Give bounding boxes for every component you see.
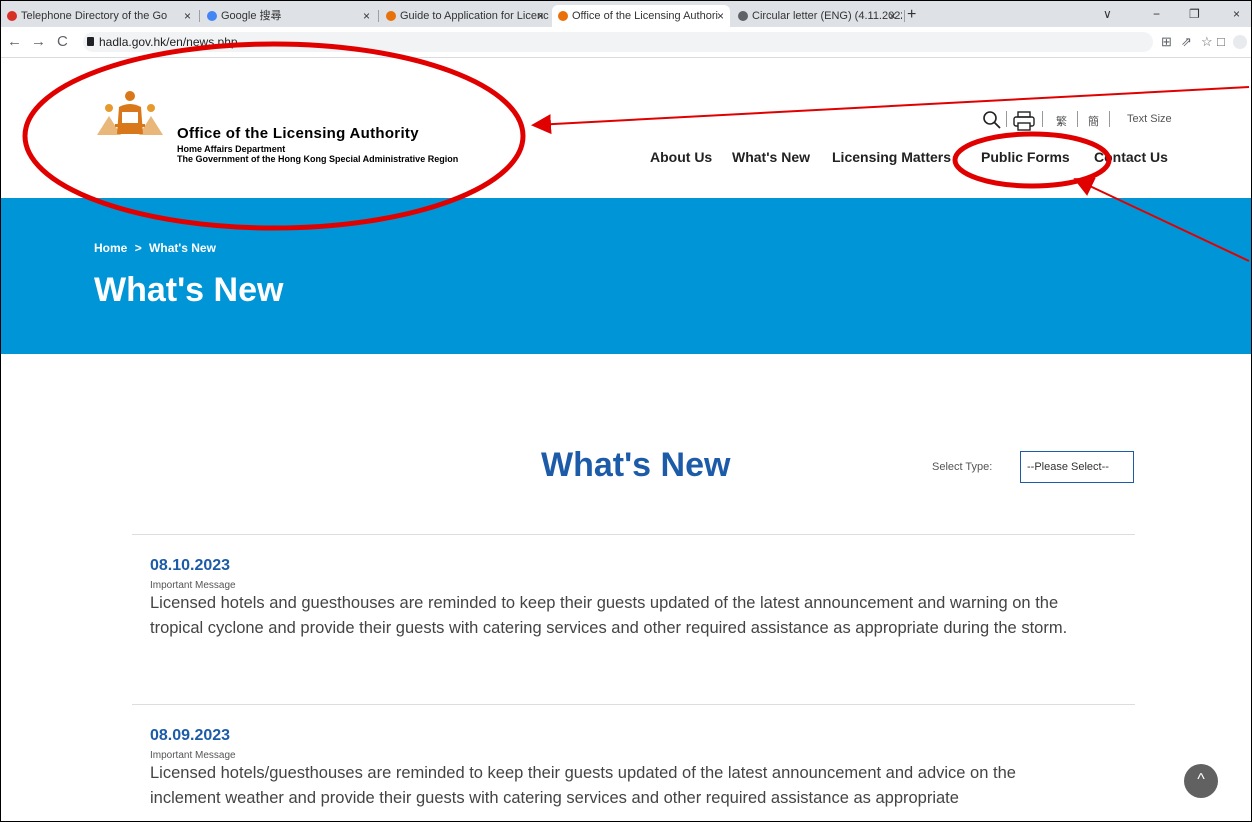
news-divider: [132, 534, 1135, 535]
utility-separator: [1109, 111, 1110, 127]
simplified-chinese-link[interactable]: 簡: [1088, 113, 1099, 129]
org-department: Home Affairs Department: [177, 144, 286, 154]
bookmark-star-icon[interactable]: ☆: [1201, 34, 1213, 50]
translate-icon[interactable]: ⊞: [1161, 34, 1172, 50]
nav-contact-us[interactable]: Contact Us: [1094, 149, 1168, 165]
minimize-icon[interactable]: −: [1153, 5, 1160, 23]
nav-about-us[interactable]: About Us: [650, 149, 712, 165]
globe-favicon-icon: [738, 11, 748, 22]
breadcrumb-chevron-icon: >: [134, 241, 142, 255]
tab-close-icon[interactable]: ×: [889, 5, 896, 27]
new-tab-button[interactable]: +: [907, 5, 916, 25]
tab-separator: [378, 10, 379, 22]
browser-tab-telephone[interactable]: Telephone Directory of the Go ×: [1, 5, 197, 27]
reload-icon[interactable]: C: [57, 33, 68, 51]
tab-favicon-icon: [7, 11, 17, 22]
news-date[interactable]: 08.10.2023: [150, 557, 230, 575]
tab-separator: [904, 10, 905, 22]
print-icon[interactable]: [1013, 111, 1035, 131]
news-text: Licensed hotels and guesthouses are remi…: [150, 594, 1068, 637]
org-title[interactable]: Office of the Licensing Authority: [177, 125, 419, 142]
nav-whats-new[interactable]: What's New: [732, 149, 810, 165]
browser-tab-strip: Telephone Directory of the Go × Google 搜…: [1, 1, 1251, 27]
news-date[interactable]: 08.09.2023: [150, 727, 230, 745]
utility-separator: [1006, 111, 1007, 127]
nav-licensing-matters[interactable]: Licensing Matters: [832, 149, 951, 165]
tab-search-dropdown-icon[interactable]: ∨: [1103, 5, 1112, 23]
breadcrumb: Home > What's New: [94, 241, 216, 255]
back-to-top-button[interactable]: ^: [1184, 764, 1218, 798]
tab-close-icon[interactable]: ×: [537, 5, 544, 27]
breadcrumb-home[interactable]: Home: [94, 241, 127, 255]
page-title: What's New: [541, 446, 731, 484]
nav-public-forms[interactable]: Public Forms: [981, 149, 1070, 165]
browser-tab-licensing-active[interactable]: Office of the Licensing Authori ×: [552, 5, 730, 27]
back-icon[interactable]: ←: [7, 33, 22, 51]
google-favicon-icon: [207, 11, 217, 22]
breadcrumb-current: What's New: [149, 241, 216, 255]
forward-icon[interactable]: →: [31, 33, 46, 51]
browser-tab-google[interactable]: Google 搜尋 ×: [201, 5, 376, 27]
screenshot-frame: Telephone Directory of the Go × Google 搜…: [0, 0, 1252, 822]
tab-close-icon[interactable]: ×: [717, 5, 724, 27]
browser-tab-circular[interactable]: Circular letter (ENG) (4.11.2022 ×: [732, 5, 902, 27]
select-type-label: Select Type:: [932, 461, 993, 473]
lock-icon: [87, 37, 94, 46]
address-bar[interactable]: hadla.gov.hk/en/news.php: [83, 32, 1153, 52]
close-window-icon[interactable]: ×: [1233, 5, 1240, 23]
utility-separator: [1077, 111, 1078, 127]
utility-separator: [1042, 111, 1043, 127]
traditional-chinese-link[interactable]: 繁: [1056, 113, 1067, 129]
banner-title: What's New: [94, 271, 284, 309]
select-type-dropdown[interactable]: --Please Select--: [1020, 451, 1134, 483]
org-government: The Government of the Hong Kong Special …: [177, 154, 459, 164]
profile-avatar-icon[interactable]: [1233, 35, 1247, 49]
news-type: Important Message: [150, 580, 236, 591]
news-type: Important Message: [150, 750, 236, 761]
share-icon[interactable]: ⇗: [1181, 34, 1192, 50]
licensing-favicon-icon: [558, 11, 568, 22]
browser-tab-guide[interactable]: Guide to Application for Licenc ×: [380, 5, 550, 27]
url-text: hadla.gov.hk/en/news.php: [99, 35, 238, 49]
browser-toolbar: ← → C hadla.gov.hk/en/news.php ⊞ ⇗ ☆ □: [1, 27, 1251, 58]
news-text: Licensed hotels/guesthouses are reminded…: [150, 764, 1016, 807]
news-divider: [132, 704, 1135, 705]
restore-icon[interactable]: ❐: [1189, 5, 1200, 23]
tab-separator: [199, 10, 200, 22]
licensing-authority-logo-icon: [97, 91, 163, 135]
tab-close-icon[interactable]: ×: [184, 5, 191, 27]
pdf-favicon-icon: [386, 11, 396, 22]
text-size-link[interactable]: Text Size: [1127, 113, 1172, 125]
tab-close-icon[interactable]: ×: [363, 5, 370, 27]
search-icon[interactable]: [983, 111, 1001, 129]
side-panel-icon[interactable]: □: [1217, 34, 1225, 50]
